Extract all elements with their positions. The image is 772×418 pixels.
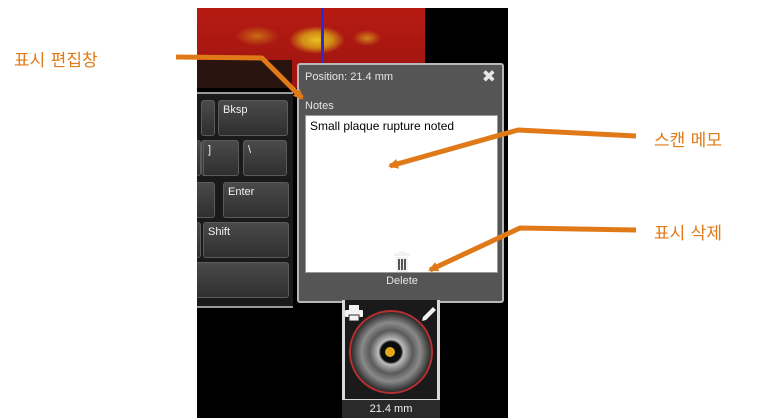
- notes-label: Notes: [305, 100, 334, 112]
- catheter-marker: [385, 347, 395, 357]
- notes-textarea[interactable]: Small plaque rupture noted: [305, 115, 498, 273]
- key-space[interactable]: [197, 262, 289, 298]
- key-blank[interactable]: [197, 182, 215, 218]
- callout-marker-edit-window: 표시 편집창: [14, 51, 98, 71]
- onscreen-keyboard: ✕ Bksp ] \ Enter Shift: [197, 92, 293, 308]
- callout-scan-memo: 스캔 메모: [654, 131, 722, 151]
- pencil-icon[interactable]: [420, 305, 438, 327]
- position-readout: Position: 21.4 mm: [305, 71, 394, 83]
- print-icon[interactable]: [345, 305, 363, 325]
- trash-icon: [378, 251, 426, 273]
- heatmap-dark-region: [197, 60, 292, 88]
- callout-delete-marker: 표시 삭제: [654, 224, 722, 244]
- key-right-bracket[interactable]: ]: [203, 140, 239, 176]
- key-enter[interactable]: Enter: [223, 182, 289, 218]
- key-blank[interactable]: [197, 140, 201, 176]
- delete-marker-button[interactable]: Delete: [378, 251, 426, 297]
- marker-edit-dialog: Position: 21.4 mm ✖ Notes Small plaque r…: [297, 63, 504, 303]
- delete-label: Delete: [386, 275, 418, 287]
- key-backspace[interactable]: Bksp: [218, 100, 288, 136]
- thumbnail-position-label: 21.4 mm: [342, 400, 440, 418]
- key-blank[interactable]: [197, 222, 201, 258]
- key-blank[interactable]: [201, 100, 215, 136]
- key-shift[interactable]: Shift: [203, 222, 289, 258]
- close-icon[interactable]: ✖: [482, 67, 496, 87]
- key-backslash[interactable]: \: [243, 140, 287, 176]
